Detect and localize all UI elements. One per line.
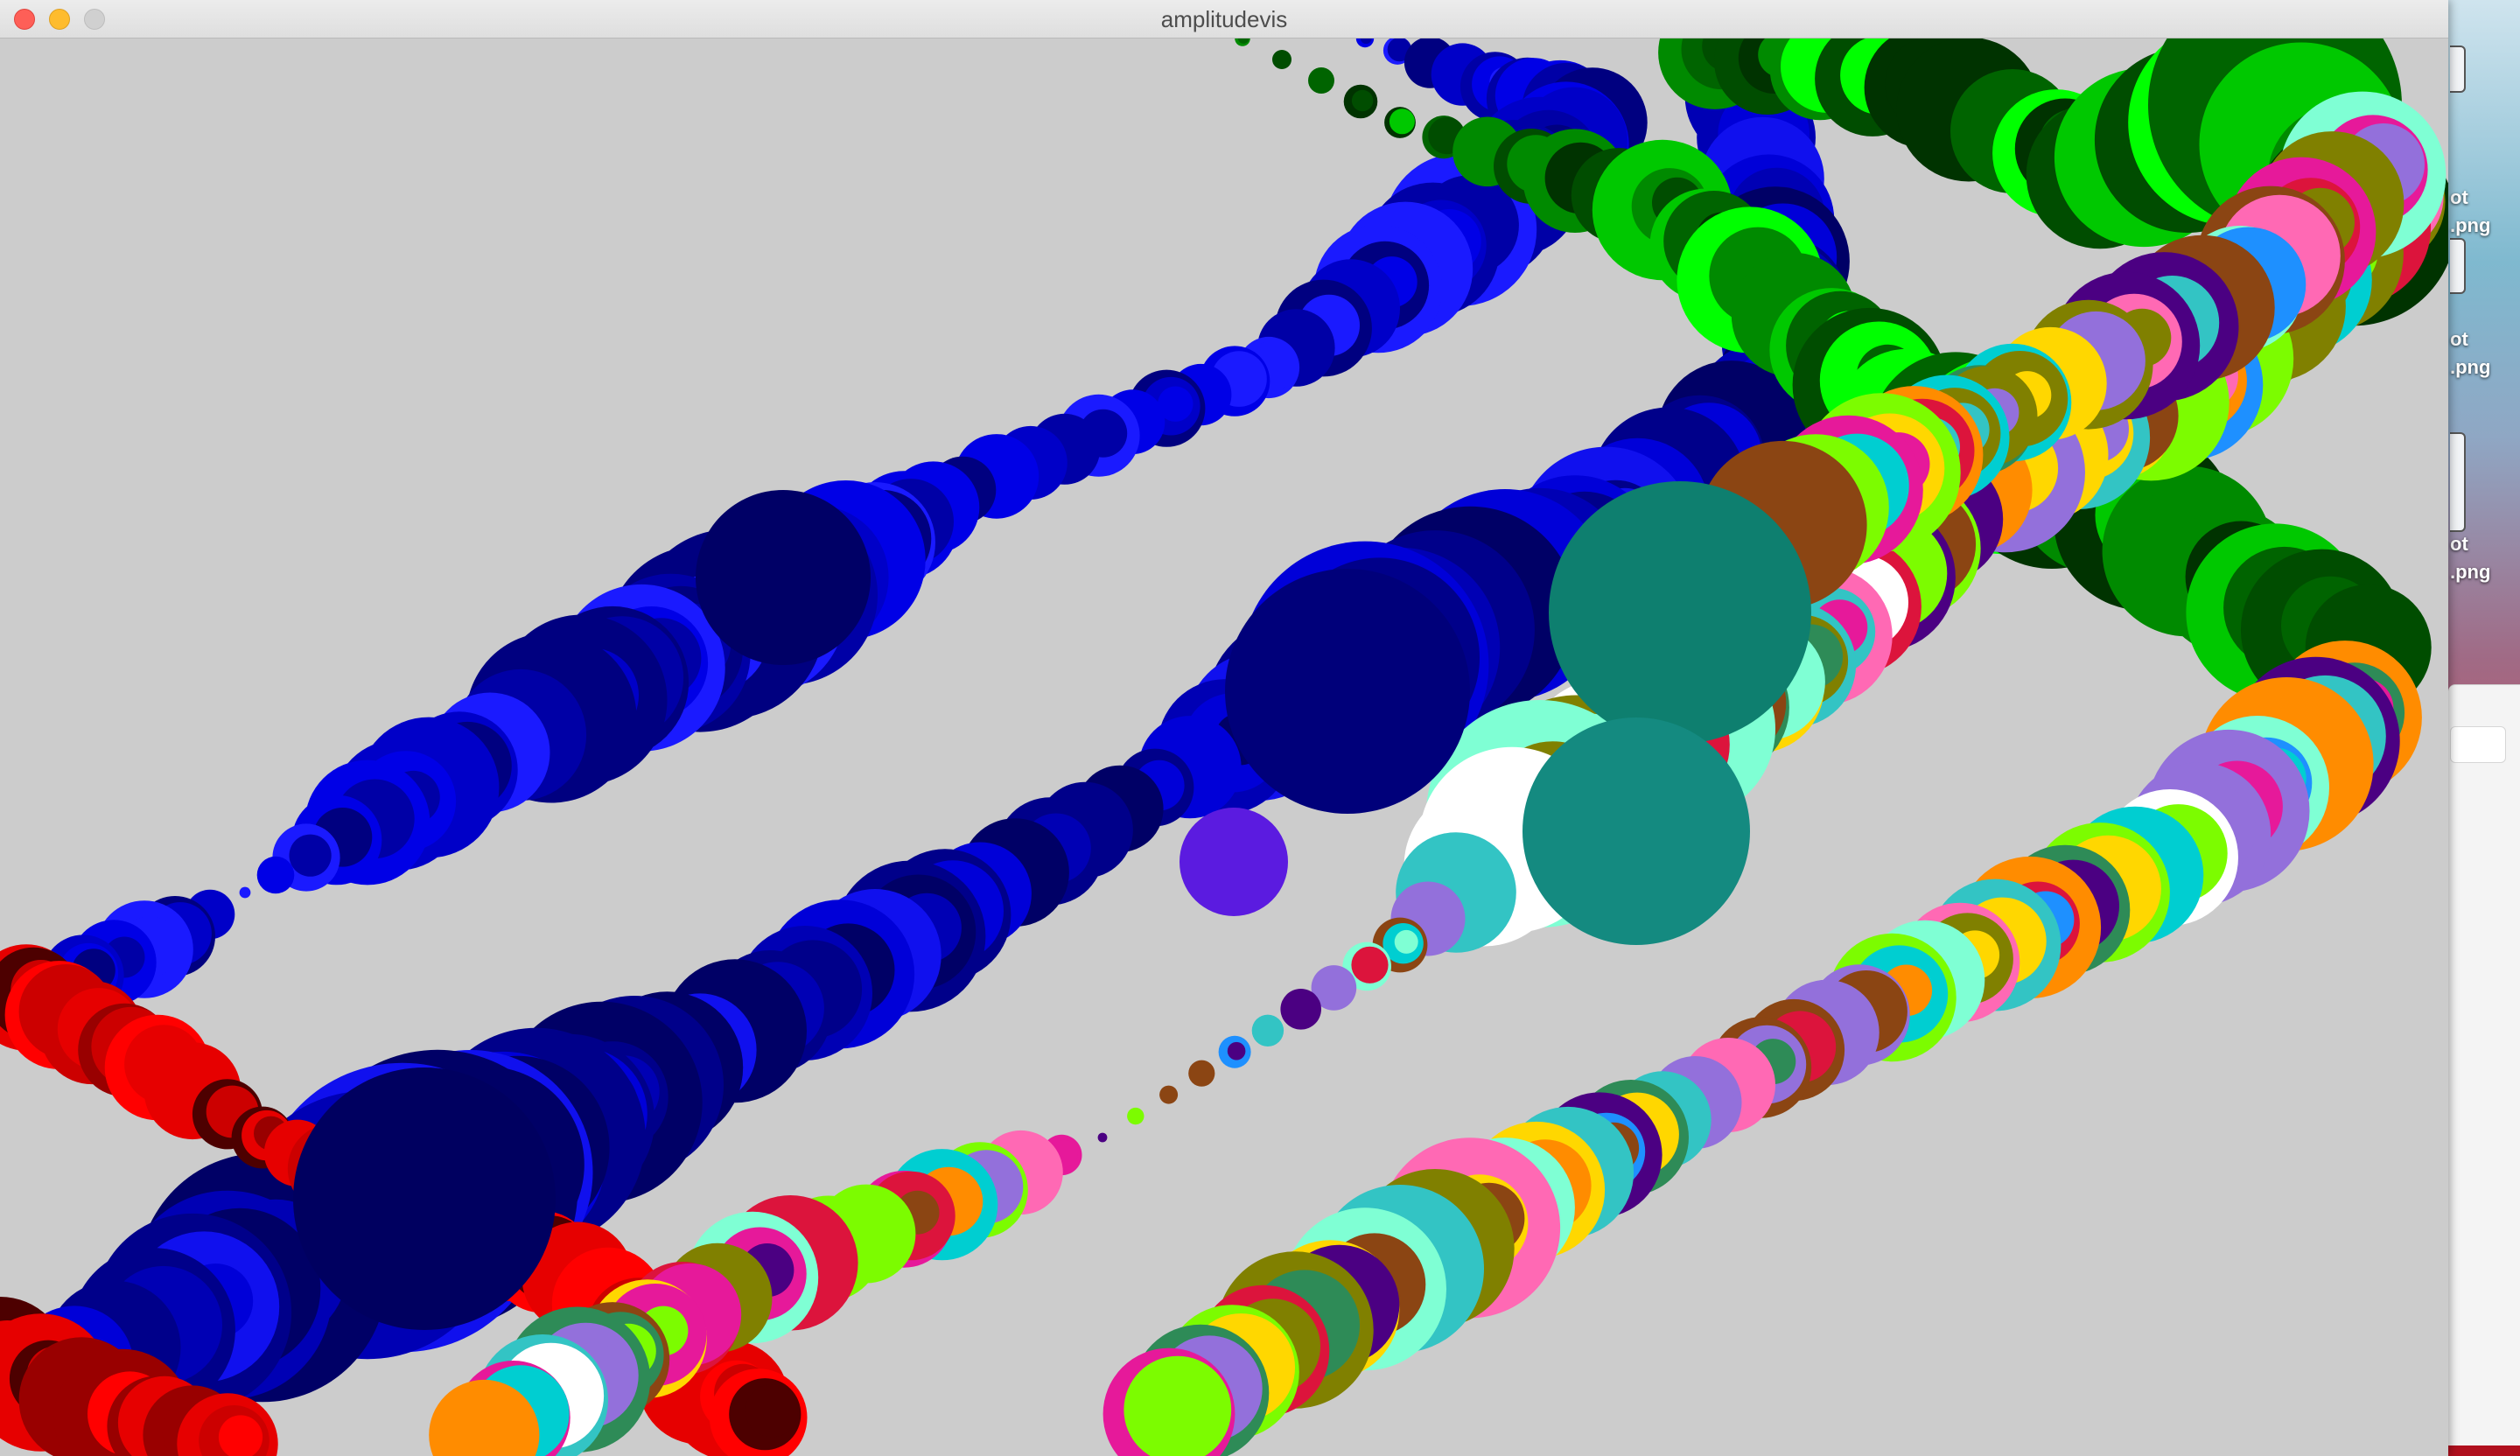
visualization-canvas[interactable]	[0, 38, 2448, 1456]
desktop-file-label: ot .png	[2450, 328, 2491, 378]
minimize-icon[interactable]	[49, 9, 70, 30]
green-chain-bead	[1308, 67, 1334, 94]
desktop-file-label: ot .png	[2450, 533, 2491, 583]
multicolor-chain-bead	[1280, 989, 1321, 1030]
multicolor-chain-bead	[1127, 1107, 1144, 1125]
background-window-field	[2450, 726, 2506, 763]
zoom-icon[interactable]	[84, 9, 105, 30]
multicolor-chain-bead	[1188, 1060, 1215, 1087]
background-window-strip	[2448, 1446, 2520, 1456]
desktop-file-label: ot .png	[2450, 186, 2491, 236]
multicolor-chain-bead	[1159, 1085, 1179, 1104]
green-chain-bead	[1351, 89, 1374, 112]
multicolor-chain-bead	[1227, 1041, 1246, 1060]
multicolor-chain-bead	[1097, 1132, 1108, 1143]
multicolor-chain-bead	[1351, 946, 1389, 984]
blue-chain-bead	[289, 834, 332, 877]
accent-disc	[1549, 481, 1811, 744]
green-chain-bead	[1389, 108, 1415, 135]
desktop-file-icon[interactable]: ot .png	[2450, 432, 2520, 583]
window-title: amplitudevis	[1160, 6, 1288, 32]
close-icon[interactable]	[14, 9, 35, 30]
green-chain-bead	[1272, 50, 1292, 69]
accent-disc	[293, 1068, 556, 1330]
file-thumbnail-icon	[2450, 238, 2466, 294]
background-window-panel	[2448, 684, 2520, 1446]
red-chain-bead	[745, 1384, 798, 1438]
title-bar[interactable]: amplitudevis	[0, 0, 2448, 38]
multicolor-chain-bead	[1394, 929, 1418, 954]
file-thumbnail-icon	[2450, 432, 2466, 532]
accent-disc	[1225, 569, 1470, 814]
accent-disc	[696, 490, 871, 665]
multicolor-chain-bead	[1251, 1014, 1284, 1047]
blue-chain-bead	[239, 886, 251, 899]
blue-chain-bead	[256, 856, 295, 894]
desktop-file-icon[interactable]: ot .png	[2450, 238, 2520, 378]
circle-chains	[0, 38, 2448, 1456]
app-window: amplitudevis	[0, 0, 2448, 1456]
accent-disc	[1180, 808, 1288, 916]
desktop-file-icon[interactable]: ot .png	[2450, 46, 2520, 236]
accent-disc	[1522, 718, 1750, 945]
file-thumbnail-icon	[2450, 46, 2466, 93]
